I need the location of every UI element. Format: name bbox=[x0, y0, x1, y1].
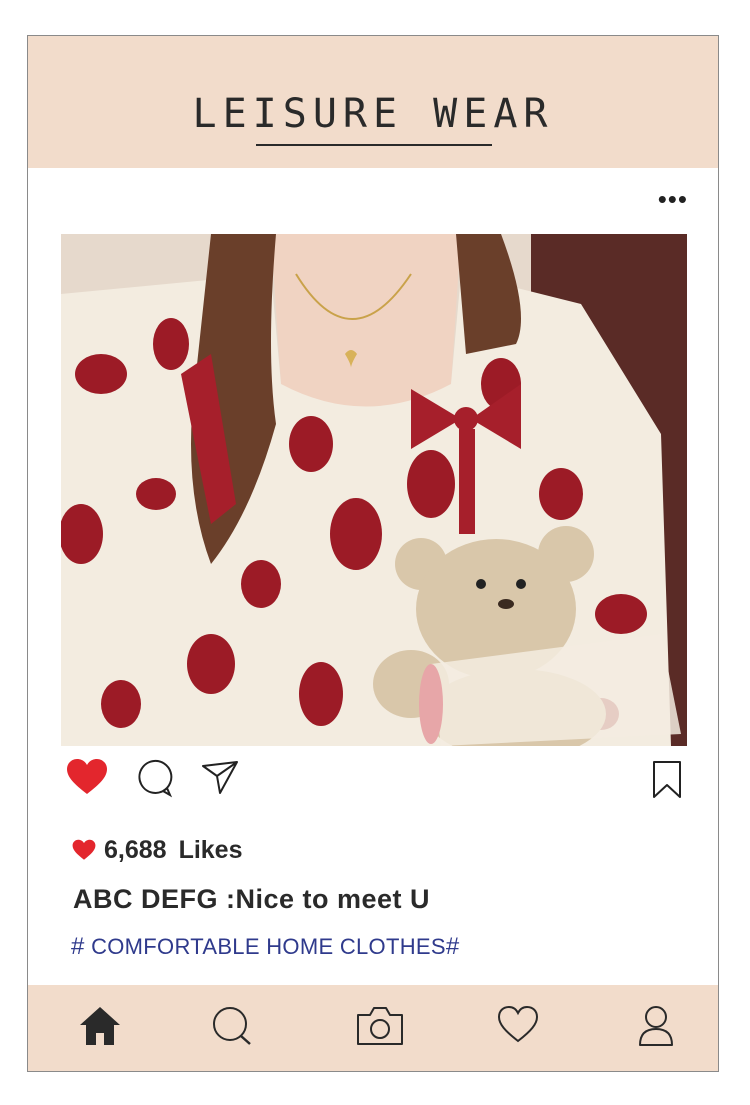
share-button[interactable] bbox=[200, 758, 240, 803]
likes-number: 6,688 bbox=[104, 835, 167, 864]
bookmark-button[interactable] bbox=[652, 760, 682, 805]
heart-icon bbox=[67, 759, 107, 794]
post-card: LEISURE WEAR ••• 6,688 Likes ABC DEFG:N… bbox=[27, 35, 719, 1072]
nav-activity[interactable] bbox=[497, 1005, 539, 1050]
likes-count[interactable]: 6,688 Likes bbox=[72, 834, 243, 866]
title-underline bbox=[256, 144, 492, 146]
bookmark-icon bbox=[653, 761, 681, 798]
heart-icon bbox=[497, 1005, 539, 1043]
post-photo[interactable] bbox=[61, 234, 687, 746]
nav-camera[interactable] bbox=[355, 1005, 405, 1052]
hashtag-suffix: # bbox=[445, 933, 460, 960]
profile-icon bbox=[639, 1006, 673, 1046]
hashtag[interactable]: # COMFORTABLE HOME CLOTHES# bbox=[71, 933, 460, 961]
comment-icon bbox=[138, 759, 173, 798]
likes-label: Likes bbox=[178, 835, 243, 864]
home-icon bbox=[80, 1007, 120, 1045]
heart-icon bbox=[72, 839, 96, 860]
bottom-nav bbox=[28, 985, 718, 1071]
pajama-photo-illustration bbox=[61, 234, 687, 746]
nav-search[interactable] bbox=[211, 1005, 253, 1052]
hashtag-prefix: # bbox=[71, 933, 85, 960]
search-icon bbox=[213, 1007, 251, 1045]
page-title: LEISURE WEAR bbox=[192, 91, 554, 137]
more-options-button[interactable]: ••• bbox=[658, 186, 688, 212]
like-button[interactable] bbox=[66, 758, 108, 801]
hashtag-text: COMFORTABLE HOME CLOTHES bbox=[91, 934, 446, 959]
nav-profile[interactable] bbox=[638, 1005, 674, 1052]
camera-icon bbox=[357, 1007, 403, 1045]
nav-home[interactable] bbox=[78, 1005, 122, 1052]
comment-button[interactable] bbox=[134, 758, 174, 803]
post-action-bar bbox=[64, 758, 694, 802]
header-banner: LEISURE WEAR bbox=[28, 36, 718, 168]
post-caption: ABC DEFG :Nice to meet U bbox=[73, 884, 431, 914]
share-icon bbox=[202, 761, 238, 794]
